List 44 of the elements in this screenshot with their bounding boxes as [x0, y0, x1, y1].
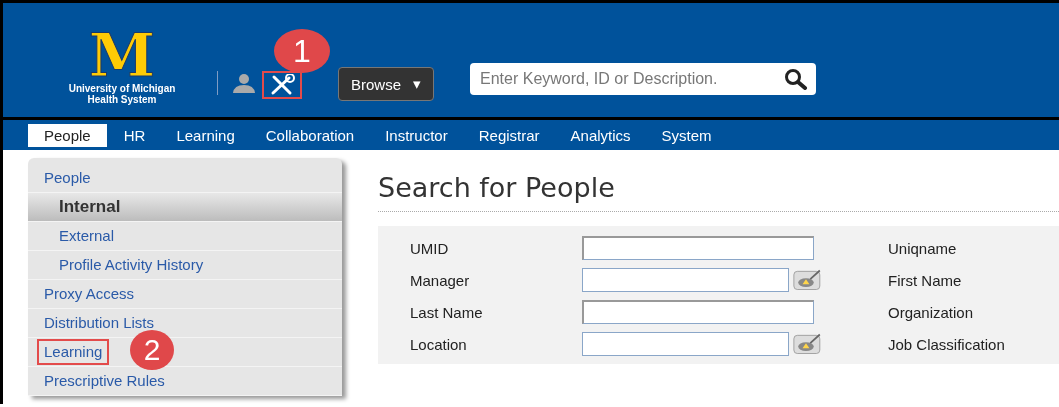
item-label: People — [43, 168, 92, 188]
tools-button[interactable] — [262, 71, 302, 99]
nav-tab[interactable]: System — [647, 123, 726, 147]
nav-tab[interactable]: Instructor — [371, 123, 462, 147]
item-label: Distribution Lists — [43, 313, 156, 333]
field-label: Organization — [888, 303, 975, 321]
sidebar-item[interactable]: Internal — [28, 193, 342, 222]
item-label: Proxy Access — [43, 284, 136, 304]
field-label: UMID — [410, 239, 450, 257]
input-field[interactable] — [582, 300, 814, 324]
logo-letter: M — [88, 27, 156, 83]
field-label: Location — [410, 335, 468, 353]
input-field[interactable] — [582, 236, 814, 260]
logo-text: Health System — [87, 94, 157, 105]
item-label: Prescriptive Rules — [43, 371, 166, 391]
field-label: Manager — [410, 271, 471, 289]
field-label: Last Name — [410, 303, 484, 321]
lookup-icon[interactable] — [792, 268, 822, 292]
nav-tab[interactable]: People — [28, 123, 107, 147]
highlighted-label: Learning — [37, 339, 110, 365]
search-field[interactable]: Enter Keyword, ID or Description. — [470, 63, 817, 95]
callout-badge: 2 — [130, 330, 174, 370]
input-field[interactable] — [582, 332, 789, 356]
field-label: Job Classification — [888, 335, 1006, 353]
nav-tab[interactable]: Analytics — [556, 123, 645, 147]
page-title: Search for People — [378, 172, 1059, 212]
sidebar-item[interactable]: Proxy Access — [28, 280, 342, 309]
sidebar-item[interactable]: External — [28, 222, 342, 251]
nav-tab[interactable]: Registrar — [464, 123, 554, 147]
tools-icon — [269, 74, 295, 96]
field-label: Uniqname — [888, 239, 958, 257]
sidebar-item[interactable]: Profile Activity History — [28, 251, 342, 280]
nav-tab[interactable]: Learning — [162, 123, 249, 147]
sidebar-item[interactable]: Prescriptive Rules — [28, 367, 342, 396]
input-field[interactable] — [582, 268, 789, 292]
user-icon[interactable] — [232, 73, 256, 93]
search-icon[interactable] — [784, 68, 809, 90]
nav-tab[interactable]: Collaboration — [251, 123, 369, 147]
lookup-icon[interactable] — [792, 332, 822, 356]
logo-text: University of Michigan — [68, 83, 176, 94]
callout-badge: 1 — [274, 29, 330, 73]
browse-button[interactable]: Browse ▾ — [338, 67, 435, 101]
field-label: First Name — [888, 271, 963, 289]
nav-tab[interactable]: HR — [109, 123, 160, 147]
